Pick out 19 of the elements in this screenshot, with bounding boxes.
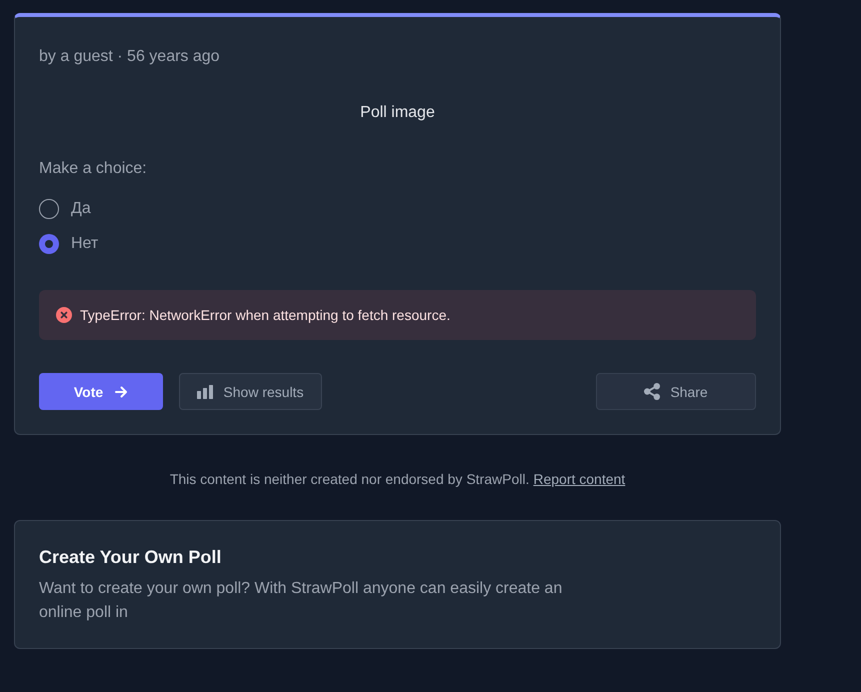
show-results-button[interactable]: Show results xyxy=(179,373,322,410)
arrow-right-icon xyxy=(115,386,128,398)
choice-prompt: Make a choice: xyxy=(39,159,148,179)
radio-button[interactable] xyxy=(39,199,59,219)
error-message: TypeError: NetworkError when attempting to fetch resource. xyxy=(80,306,450,325)
share-icon xyxy=(644,383,660,400)
error-icon xyxy=(56,307,72,323)
report-content-link[interactable]: Report content xyxy=(533,471,626,487)
promo-title: Create Your Own Poll xyxy=(39,546,222,569)
option-label[interactable]: Нет xyxy=(71,232,98,256)
option-label[interactable]: Да xyxy=(71,197,91,221)
bar-chart-icon xyxy=(197,384,214,398)
radio-button[interactable] xyxy=(39,234,59,254)
poll-meta: by a guest · 56 years ago xyxy=(39,47,221,67)
vote-button[interactable]: Vote xyxy=(39,373,163,410)
promo-text: Want to create your own poll? With StrawPoll anyone can easily create an online poll in xyxy=(39,579,564,623)
disclaimer-text: This content is neither created nor endorsed by StrawPoll. xyxy=(170,471,530,487)
share-button[interactable]: Share xyxy=(596,373,756,410)
poll-image-alt-text: Poll image xyxy=(359,103,436,123)
